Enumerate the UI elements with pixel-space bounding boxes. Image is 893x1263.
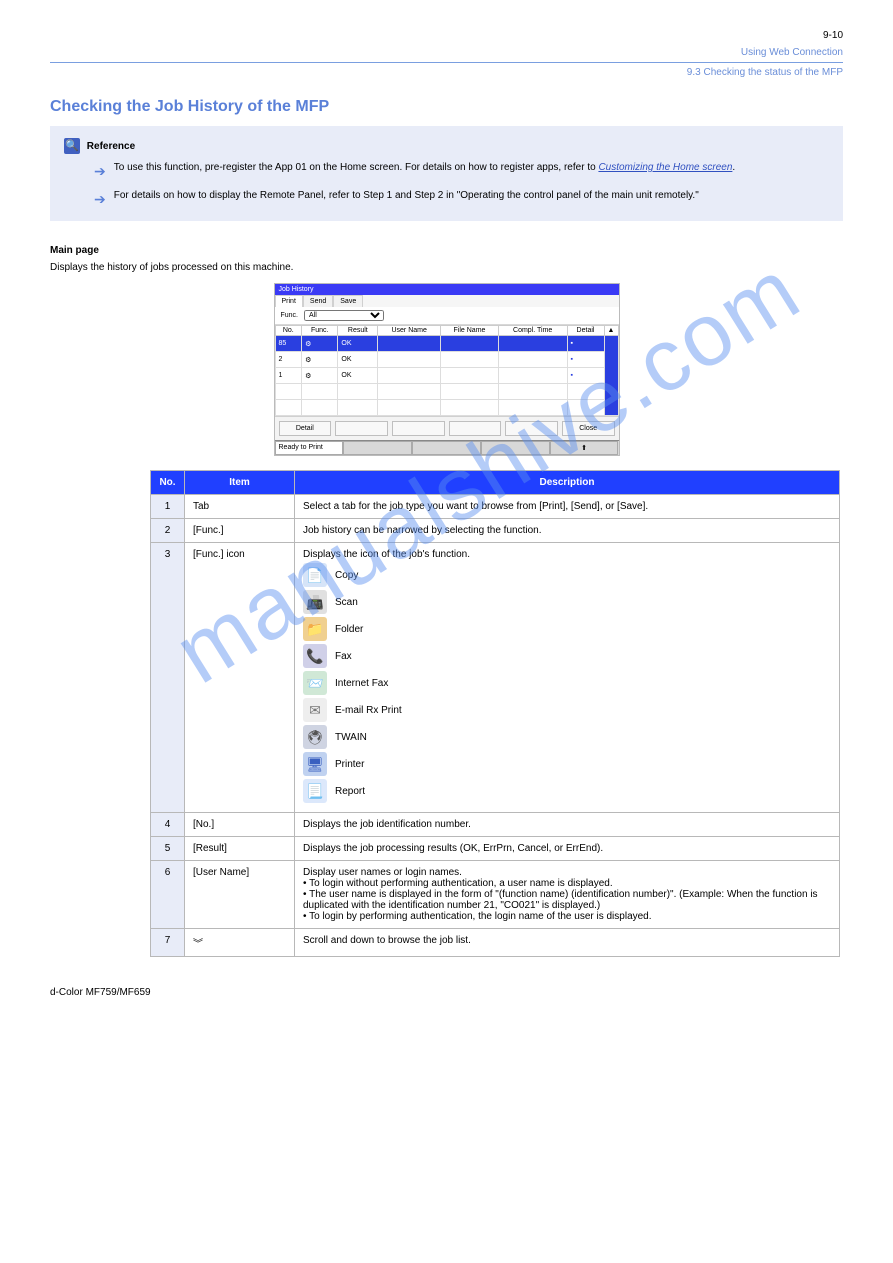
arrow-icon: ➔ bbox=[94, 162, 106, 182]
filter-select[interactable]: All bbox=[304, 310, 384, 321]
fax-icon: 📞 bbox=[303, 644, 327, 668]
status-ready: Ready to Print bbox=[275, 441, 344, 455]
empty-button[interactable] bbox=[335, 421, 388, 436]
scan-icon: 📠 bbox=[303, 590, 327, 614]
row-item: [Func.] bbox=[185, 519, 295, 543]
table-row[interactable]: 1⚙OK▪ bbox=[275, 368, 618, 384]
row-desc: Displays the icon of the job's function.… bbox=[295, 543, 840, 813]
empty-button[interactable] bbox=[505, 421, 558, 436]
subsection-title: Main page bbox=[50, 245, 843, 256]
row-desc: Select a tab for the job type you want t… bbox=[295, 495, 840, 519]
callout-paragraph-1: To use this function, pre-register the A… bbox=[114, 162, 735, 173]
row-no: 1 bbox=[151, 495, 185, 519]
col-no[interactable]: No. bbox=[275, 326, 302, 336]
empty-button[interactable] bbox=[449, 421, 502, 436]
col-detail[interactable]: Detail bbox=[567, 326, 604, 336]
row-no: 7 bbox=[151, 929, 185, 957]
reference-heading: Reference bbox=[87, 141, 135, 152]
row-item: [Result] bbox=[185, 837, 295, 861]
twain-icon: 🖲 bbox=[303, 725, 327, 749]
col-user[interactable]: User Name bbox=[378, 326, 441, 336]
reference-icon: 🔍 bbox=[64, 138, 80, 154]
filter-label: Func. bbox=[281, 312, 299, 319]
table-row bbox=[275, 400, 618, 416]
tab-print[interactable]: Print bbox=[275, 295, 303, 307]
copy-icon: 📄 bbox=[303, 563, 327, 587]
row-desc: Display user names or login names. • To … bbox=[295, 861, 840, 929]
row-no: 5 bbox=[151, 837, 185, 861]
scroll-track[interactable] bbox=[604, 336, 618, 416]
app-title: Job History bbox=[275, 284, 619, 295]
app-screenshot: Job History Print Send Save Func. All No… bbox=[274, 283, 620, 456]
printer-icon: 🖥 bbox=[303, 752, 327, 776]
col-func[interactable]: Func. bbox=[302, 326, 338, 336]
header-line-1: Using Web Connection bbox=[50, 47, 843, 58]
chevron-down-icon: ︾ bbox=[185, 929, 295, 957]
row-no: 6 bbox=[151, 861, 185, 929]
mail-icon: ✉ bbox=[303, 698, 327, 722]
footer-model: d-Color MF759/MF659 bbox=[50, 987, 843, 998]
table-row bbox=[275, 384, 618, 400]
arrow-icon: ➔ bbox=[94, 190, 106, 210]
row-item: [User Name] bbox=[185, 861, 295, 929]
folder-icon: 📁 bbox=[303, 617, 327, 641]
detail-button[interactable]: Detail bbox=[279, 421, 332, 436]
report-icon: 📃 bbox=[303, 779, 327, 803]
tab-save[interactable]: Save bbox=[333, 295, 363, 307]
row-item: [Func.] icon bbox=[185, 543, 295, 813]
description-table: No. Item Description 1 Tab Select a tab … bbox=[150, 470, 840, 957]
header-line-2: 9.3 Checking the status of the MFP bbox=[50, 67, 843, 78]
subsection-desc: Displays the history of jobs processed o… bbox=[50, 262, 843, 273]
th-item: Item bbox=[185, 471, 295, 495]
row-no: 2 bbox=[151, 519, 185, 543]
row-desc: Displays the job identification number. bbox=[295, 813, 840, 837]
reference-callout: 🔍 Reference ➔ To use this function, pre-… bbox=[50, 126, 843, 221]
table-row[interactable]: 2⚙OK▪ bbox=[275, 352, 618, 368]
callout-paragraph-2: For details on how to display the Remote… bbox=[114, 190, 699, 201]
job-grid: No. Func. Result User Name File Name Com… bbox=[275, 325, 619, 416]
scroll-up[interactable]: ▲ bbox=[604, 326, 618, 336]
th-no: No. bbox=[151, 471, 185, 495]
row-no: 3 bbox=[151, 543, 185, 813]
row-item: Tab bbox=[185, 495, 295, 519]
section-title: Checking the Job History of the MFP bbox=[50, 98, 843, 116]
header-divider bbox=[50, 62, 843, 63]
empty-button[interactable] bbox=[392, 421, 445, 436]
page-number: 9-10 bbox=[50, 30, 843, 41]
table-row[interactable]: 85⚙OK▪ bbox=[275, 336, 618, 352]
close-button[interactable]: Close bbox=[562, 421, 615, 436]
status-bar: Ready to Print ⬆ bbox=[275, 440, 619, 455]
tab-send[interactable]: Send bbox=[303, 295, 333, 307]
row-desc: Displays the job processing results (OK,… bbox=[295, 837, 840, 861]
reference-link[interactable]: Customizing the Home screen bbox=[598, 162, 732, 173]
row-desc: Job history can be narrowed by selecting… bbox=[295, 519, 840, 543]
col-result[interactable]: Result bbox=[338, 326, 378, 336]
row-item: [No.] bbox=[185, 813, 295, 837]
col-time[interactable]: Compl. Time bbox=[498, 326, 567, 336]
ifax-icon: 📨 bbox=[303, 671, 327, 695]
th-desc: Description bbox=[295, 471, 840, 495]
row-no: 4 bbox=[151, 813, 185, 837]
col-file[interactable]: File Name bbox=[441, 326, 499, 336]
row-desc: Scroll and down to browse the job list. bbox=[295, 929, 840, 957]
